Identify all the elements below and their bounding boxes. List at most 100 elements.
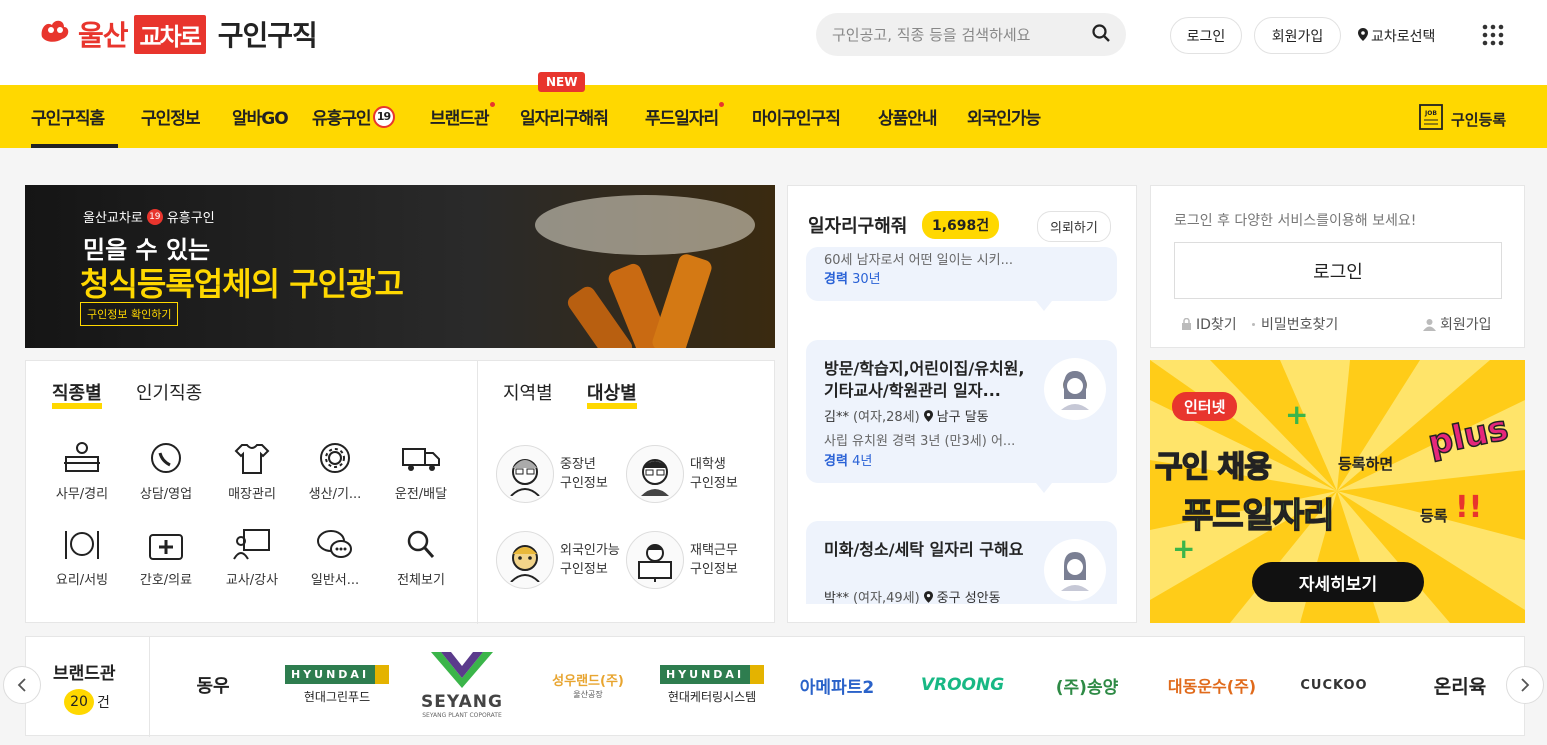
jobseek-list[interactable]: 60세 남자로서 어떤 일이는 시키... 경력 30년 방문/학습지,어린이집… <box>788 247 1136 604</box>
jobseek-count-badge: 1,698건 <box>922 211 1000 239</box>
list-item[interactable]: 60세 남자로서 어떤 일이는 시키... 경력 30년 <box>806 247 1117 301</box>
age-19-badge: 19 <box>372 105 395 128</box>
promo-banner[interactable]: 울산교차로 19 유흥구인 믿을 수 있는 청식등록업체의 구인광고 구인정보 … <box>25 185 775 348</box>
search-input[interactable]: 구인공고, 직종 등을 검색하세요 <box>832 24 1092 45</box>
login-submit-button[interactable]: 로그인 <box>1174 242 1502 299</box>
tab-popular[interactable]: 인기직종 <box>136 385 202 403</box>
ad-detail-button[interactable]: 자세히보기 <box>1252 562 1424 602</box>
nav-item-home[interactable]: 구인구직홈 <box>31 85 105 148</box>
brand-logo-songyang[interactable]: (주)송양 <box>1048 660 1126 710</box>
ad-line1: 구인 채용 <box>1154 449 1272 486</box>
banner-top-line: 울산교차로 19 유흥구인 <box>83 207 215 226</box>
female-avatar-icon <box>1061 371 1089 410</box>
jobseek-title: 일자리구해줘 <box>808 216 908 237</box>
avatar <box>1044 358 1106 420</box>
brand-title: 브랜드관 <box>53 664 116 684</box>
brand-logo-amepart[interactable]: 아메파트2 <box>792 660 882 710</box>
target-senior[interactable]: 중장년 구인정보 <box>496 445 608 503</box>
food-job-ad[interactable]: 인터넷 + + 구인 채용 등록하면 plus 푸드일자리 등록 !! 자세히보… <box>1150 360 1525 623</box>
brand-logo-seyang[interactable]: SEYANG SEYANG PLANT COPORATE <box>412 642 512 724</box>
brand-logo-daedong[interactable]: 대동운수(주) <box>1163 660 1261 710</box>
chevron-left-icon <box>17 678 26 692</box>
divider <box>477 361 478 624</box>
banner-cta[interactable]: 구인정보 확인하기 <box>80 302 179 326</box>
tab-by-target[interactable]: 대상별 <box>587 385 637 409</box>
region-label: 교차로선택 <box>1371 29 1436 45</box>
category-teacher[interactable]: 교사/강사 <box>212 527 292 588</box>
logo-mark-icon <box>38 15 72 53</box>
seyang-logo-icon <box>431 651 493 688</box>
signup-button[interactable]: 회원가입 <box>1254 17 1341 54</box>
request-button[interactable]: 의뢰하기 <box>1037 211 1111 242</box>
logo-city: 울산 <box>78 19 129 52</box>
new-dot <box>719 102 725 107</box>
ad-line2: 푸드일자리 <box>1181 495 1335 537</box>
nav-item-albago[interactable]: 알바GO <box>232 85 289 148</box>
category-sales[interactable]: 상담/영업 <box>126 441 206 502</box>
category-production[interactable]: 생산/기... <box>295 441 375 502</box>
target-foreigner[interactable]: 외국인가능 구인정보 <box>496 531 620 589</box>
search-icon[interactable] <box>1092 23 1110 46</box>
brand-next-button[interactable] <box>1506 666 1544 704</box>
location-pin-icon <box>923 590 933 603</box>
brand-logo-cuckoo[interactable]: CUCKOO <box>1298 660 1370 710</box>
nav-item-jobs[interactable]: 구인정보 <box>141 85 201 148</box>
category-store[interactable]: 매장관리 <box>212 441 292 502</box>
login-panel: 로그인 후 다양한 서비스를이용해 보세요! 로그인 ID찾기 비밀번호찾기 회… <box>1150 185 1525 348</box>
foreigner-face-icon <box>496 531 554 589</box>
list-item[interactable]: 미화/청소/세탁 일자리 구해요 박** (여자,49세) 중구 성안동 <box>806 521 1117 604</box>
category-service[interactable]: 일반서... <box>295 527 375 588</box>
brand-logo-sungwoo[interactable]: 성우랜드(주) 울산공장 <box>548 660 628 710</box>
category-panel: 직종별 인기직종 지역별 대상별 사무/경리 상담/영업 매장관리 생산/기..… <box>25 360 775 624</box>
student-face-icon <box>626 445 684 503</box>
nav-item-my[interactable]: 마이구인구직 <box>752 85 841 148</box>
nav-item-foreigner[interactable]: 외국인가능 <box>967 85 1041 148</box>
category-delivery[interactable]: 운전/배달 <box>381 441 461 502</box>
active-tab-indicator <box>31 144 118 148</box>
search-bar[interactable]: 구인공고, 직종 등을 검색하세요 <box>816 13 1126 56</box>
category-cooking[interactable]: 요리/서빙 <box>42 527 122 588</box>
nav-item-brand[interactable]: 브랜드관 <box>430 85 495 148</box>
tab-by-job[interactable]: 직종별 <box>52 385 102 409</box>
nav-item-products[interactable]: 상품안내 <box>878 85 938 148</box>
category-medical[interactable]: 간호/의료 <box>126 527 206 588</box>
target-remote[interactable]: 재택근무 구인정보 <box>626 531 738 589</box>
chat-phone-icon <box>151 443 181 473</box>
find-id-link[interactable]: ID찾기 <box>1181 314 1237 334</box>
tab-by-region[interactable]: 지역별 <box>503 385 553 403</box>
brand-prev-button[interactable] <box>3 666 41 704</box>
find-password-link[interactable]: 비밀번호찾기 <box>1252 314 1338 334</box>
banner-line2: 청식등록업체의 구인광고 <box>80 265 404 303</box>
login-button[interactable]: 로그인 <box>1170 17 1242 54</box>
brand-logo-hyundai-green[interactable]: HYUNDAI 현대그린푸드 <box>284 660 390 710</box>
brand-logo-dongwoo[interactable]: 동우 <box>178 660 248 710</box>
nav-item-entertainment[interactable]: 유흥구인 19 <box>312 85 395 148</box>
list-item[interactable]: 방문/학습지,어린이집/유치원,기타교사/학원관리 일자... 김** (여자,2… <box>806 340 1117 483</box>
job-board-icon: JOB <box>1419 104 1443 134</box>
shirt-icon <box>234 444 270 474</box>
login-message: 로그인 후 다양한 서비스를이용해 보세요! <box>1174 213 1417 229</box>
region-select[interactable]: 교차로선택 <box>1358 26 1435 46</box>
site-logo[interactable]: 울산 교차로 구인구직 <box>38 14 318 54</box>
join-link[interactable]: 회원가입 <box>1423 314 1492 334</box>
ad-exclaim: !! <box>1455 490 1483 525</box>
target-student[interactable]: 대학생 구인정보 <box>626 445 738 503</box>
brand-count: 20 건 <box>64 689 110 715</box>
plus-icon: + <box>1285 398 1309 431</box>
teacher-board-icon <box>233 529 270 560</box>
brand-logo-onlyyuk[interactable]: 온리육 <box>1425 660 1495 710</box>
speech-bubble-icon <box>317 530 352 558</box>
medical-kit-icon <box>149 534 183 560</box>
lock-icon <box>1182 317 1191 330</box>
remote-work-icon <box>626 531 684 589</box>
brand-logo-hyundai-catering[interactable]: HYUNDAI 현대케터링시스템 <box>659 660 765 710</box>
register-job-button[interactable]: JOB 구인등록 <box>1419 104 1506 134</box>
chevron-right-icon <box>1521 678 1530 692</box>
nav-item-jobseek[interactable]: 일자리구해줘 <box>520 85 609 148</box>
category-office[interactable]: 사무/경리 <box>42 441 122 502</box>
nav-item-food[interactable]: 푸드일자리 <box>645 85 725 148</box>
category-all[interactable]: 전체보기 <box>381 527 461 588</box>
user-icon <box>1423 318 1436 331</box>
brand-logo-vroong[interactable]: VROONG <box>915 660 1010 710</box>
all-menu-icon[interactable] <box>1482 24 1504 50</box>
